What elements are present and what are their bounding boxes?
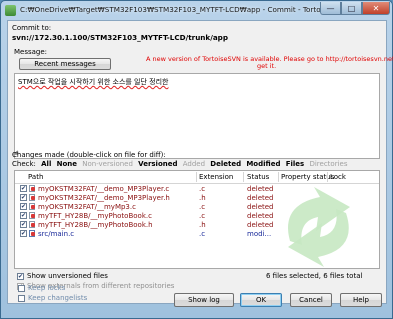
filter-all[interactable]: All	[41, 160, 51, 168]
show-unversioned-checkbox[interactable]: ✔	[17, 273, 24, 280]
minimize-button[interactable]: —	[320, 2, 341, 15]
filter-versioned[interactable]: Versioned	[138, 160, 177, 168]
message-label: Message:	[14, 48, 48, 56]
changes-list[interactable]: Path Extension Status Property status Lo…	[14, 170, 380, 269]
row-extension: .c	[199, 230, 206, 238]
row-path: myOKSTM32FAT/__demo_MP3Player.h	[38, 194, 170, 202]
update-notice-line2[interactable]: get it.	[257, 62, 276, 70]
filter-files[interactable]: Files	[286, 160, 305, 168]
file-deleted-icon	[29, 194, 35, 201]
check-filter-bar: Check: All None Non-versioned Versioned …	[12, 160, 350, 168]
row-checkbox[interactable]: ✔	[20, 185, 27, 192]
close-button[interactable]: ✕	[362, 2, 390, 15]
show-log-button[interactable]: Show log	[174, 293, 234, 307]
row-checkbox[interactable]: ✔	[20, 194, 27, 201]
keep-changelists-label: Keep changelists	[28, 294, 88, 302]
dialog-body: Commit to: svn://172.30.1.100/STM32F103_…	[7, 20, 393, 304]
show-unversioned-label: Show unversioned files	[27, 272, 108, 280]
check-label: Check:	[12, 160, 36, 168]
col-path[interactable]: Path	[28, 173, 43, 181]
row-status: deleted	[247, 185, 274, 193]
keep-locks-checkbox[interactable]	[18, 285, 25, 292]
filter-none[interactable]: None	[57, 160, 77, 168]
row-extension: .c	[199, 203, 206, 211]
col-lock[interactable]: Lock	[330, 173, 346, 181]
file-deleted-icon	[29, 203, 35, 210]
filter-added[interactable]: Added	[183, 160, 205, 168]
row-status: deleted	[247, 221, 274, 229]
row-extension: .h	[199, 221, 206, 229]
keep-locks-label: Keep locks	[28, 284, 66, 292]
ok-button[interactable]: OK	[240, 293, 282, 307]
row-extension: .h	[199, 194, 206, 202]
row-extension: .c	[199, 212, 206, 220]
file-deleted-icon	[29, 212, 35, 219]
message-textarea[interactable]: STM으로 작업을 시작하기 위한 소스를 일단 정리한	[14, 73, 380, 159]
row-status: deleted	[247, 194, 274, 202]
keep-changelists-checkbox[interactable]	[18, 295, 25, 302]
cancel-button[interactable]: Cancel	[290, 293, 332, 307]
file-deleted-icon	[29, 221, 35, 228]
table-row[interactable]: ✔ myOKSTM32FAT/__myMp3.c .c deleted	[15, 203, 379, 211]
row-path: src/main.c	[38, 230, 75, 238]
commit-to-label: Commit to:	[12, 24, 52, 32]
message-text: STM으로 작업을 시작하기 위한 소스를 일단 정리한	[18, 78, 169, 86]
maximize-button[interactable]: □	[341, 2, 362, 15]
changes-label: Changes made (double-click on file for d…	[12, 151, 166, 159]
window-title: C:₩OneDrive₩Target₩STM32F103₩STM32F103_M…	[20, 5, 346, 14]
file-modified-icon	[29, 230, 35, 237]
col-status[interactable]: Status	[247, 173, 269, 181]
row-checkbox[interactable]: ✔	[20, 230, 27, 237]
table-row[interactable]: ✔ src/main.c .c modi...	[15, 230, 379, 238]
list-header: Path Extension Status Property status Lo…	[15, 171, 379, 184]
table-row[interactable]: ✔ myOKSTM32FAT/__demo_MP3Player.h .h del…	[15, 194, 379, 202]
table-row[interactable]: ✔ myTFT_HY28B/__myPhotoBook.c .c deleted	[15, 212, 379, 220]
row-status: deleted	[247, 203, 274, 211]
commit-url: svn://172.30.1.100/STM32F103_MYTFT-LCD/t…	[12, 33, 228, 42]
filter-deleted[interactable]: Deleted	[210, 160, 241, 168]
row-status: modi...	[247, 230, 272, 238]
files-summary: 6 files selected, 6 files total	[266, 272, 363, 280]
table-row[interactable]: ✔ myTFT_HY28B/__myPhotoBook.h .h deleted	[15, 221, 379, 229]
filter-directories[interactable]: Directories	[309, 160, 347, 168]
col-extension[interactable]: Extension	[199, 173, 233, 181]
table-row[interactable]: ✔ myOKSTM32FAT/__demo_MP3Player.c .c del…	[15, 185, 379, 193]
filter-modified[interactable]: Modified	[246, 160, 280, 168]
row-path: myTFT_HY28B/__myPhotoBook.h	[38, 221, 153, 229]
row-checkbox[interactable]: ✔	[20, 221, 27, 228]
help-button[interactable]: Help	[340, 293, 382, 307]
row-status: deleted	[247, 212, 274, 220]
row-checkbox[interactable]: ✔	[20, 203, 27, 210]
row-path: myOKSTM32FAT/__myMp3.c	[38, 203, 136, 211]
recent-messages-button[interactable]: Recent messages	[19, 58, 111, 70]
commit-window: C:₩OneDrive₩Target₩STM32F103₩STM32F103_M…	[0, 0, 393, 319]
row-path: myOKSTM32FAT/__demo_MP3Player.c	[38, 185, 170, 193]
filter-non-versioned[interactable]: Non-versioned	[82, 160, 133, 168]
file-deleted-icon	[29, 185, 35, 192]
row-extension: .c	[199, 185, 206, 193]
tortoisesvn-icon	[5, 5, 16, 16]
row-path: myTFT_HY28B/__myPhotoBook.c	[38, 212, 152, 220]
row-checkbox[interactable]: ✔	[20, 212, 27, 219]
title-bar[interactable]: C:₩OneDrive₩Target₩STM32F103₩STM32F103_M…	[1, 1, 392, 20]
